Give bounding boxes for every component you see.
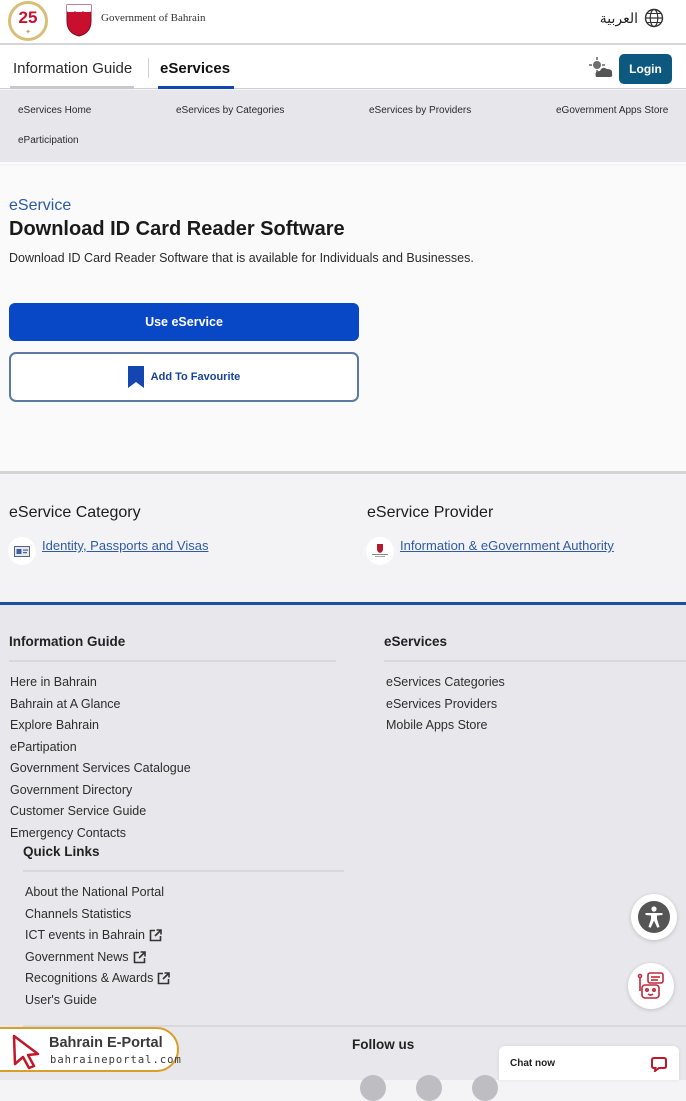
language-toggle[interactable]: العربية [600,8,664,28]
anniversary-number: 25 [18,8,38,27]
footer-link-gov-services-catalogue[interactable]: Government Services Catalogue [10,758,191,780]
eservices-submenu: eServices Home eServices by Categories e… [0,90,686,164]
footer-link-customer-service-guide[interactable]: Customer Service Guide [10,801,191,823]
link-label: ICT events in Bahrain [25,928,145,942]
accessibility-icon [638,901,670,933]
social-icon[interactable] [360,1075,386,1101]
footer: Information Guide Here in Bahrain Bahrai… [0,605,686,1080]
chat-bubble-icon [651,1057,667,1072]
submenu-egovernment-apps-store[interactable]: eGovernment Apps Store [556,105,668,116]
provider-heading: eService Provider [367,504,494,521]
watermark-title: Bahrain E-Portal [49,1035,163,1051]
government-name: Government of Bahrain [101,12,206,24]
footer-quick-links-list: About the National Portal Channels Stati… [25,882,171,1012]
id-card-icon [14,545,30,557]
link-label: About the National Portal [25,885,164,899]
footer-quick-links-heading: Quick Links [23,844,100,859]
service-description: Download ID Card Reader Software that is… [9,251,474,265]
globe-icon [644,8,664,28]
external-link-icon [133,950,146,964]
category-link[interactable]: Identity, Passports and Visas [42,538,208,553]
footer-link-gov-directory[interactable]: Government Directory [10,780,191,802]
weather-icon[interactable] [588,57,614,79]
watermark-url: bahraineportal.com [50,1054,182,1066]
watermark-badge: Bahrain E-Portal bahraineportal.com [0,1027,182,1072]
footer-link-eparticipation[interactable]: ePartipation [10,737,191,759]
footer-link-users-guide[interactable]: User's Guide [25,990,170,1012]
login-button[interactable]: Login [619,54,672,84]
footer-link-here-in-bahrain[interactable]: Here in Bahrain [10,672,191,694]
chatbot-icon [637,972,664,999]
iga-logo-icon [372,544,388,557]
language-label: العربية [599,9,638,26]
service-section: eService Download ID Card Reader Softwar… [0,166,686,474]
link-label: Recognitions & Awards [25,971,154,985]
footer-link-emergency-contacts[interactable]: Emergency Contacts [10,823,191,845]
footer-divider [384,660,686,662]
footer-divider [23,870,344,872]
use-eservice-button[interactable]: Use eService [9,303,359,341]
footer-link-mobile-apps-store[interactable]: Mobile Apps Store [386,715,505,737]
link-label: Government News [25,949,129,964]
accessibility-button[interactable] [631,894,677,940]
add-to-favourite-button[interactable]: Add To Favourite [9,352,359,402]
submenu-eservices-by-providers[interactable]: eServices by Providers [369,105,471,116]
footer-link-ict-events[interactable]: ICT events in Bahrain [25,925,170,947]
category-heading: eService Category [9,504,141,521]
category-icon-wrap [8,537,36,565]
cursor-icon [12,1034,40,1070]
page-title: Download ID Card Reader Software [9,218,345,240]
footer-link-about-portal[interactable]: About the National Portal [25,882,170,904]
footer-info-guide-list: Here in Bahrain Bahrain at A Glance Expl… [10,672,191,844]
footer-eservices-list: eServices Categories eServices Providers… [386,672,505,737]
footer-link-eservices-providers[interactable]: eServices Providers [386,694,505,716]
main-nav: Information Guide eServices Login [0,45,686,89]
tab-eservices[interactable]: eServices [157,60,235,89]
social-icon[interactable] [416,1075,442,1101]
tab-information-guide[interactable]: Information Guide [9,60,135,89]
favourite-label: Add To Favourite [150,371,241,383]
bahrain-emblem-icon [66,4,92,37]
submenu-eservices-by-categories[interactable]: eServices by Categories [176,105,284,116]
chat-now-label: Chat now [510,1058,555,1069]
top-bar: 25 ✦ Government of Bahrain العربية [0,0,686,45]
chat-now-widget[interactable]: Chat now [499,1046,679,1080]
footer-link-recognitions-awards[interactable]: Recognitions & Awards [25,968,171,990]
tab-divider [148,58,149,78]
follow-us-heading: Follow us [352,1037,415,1052]
external-link-icon [158,972,171,985]
link-label: Channels Statistics [25,906,132,921]
service-meta: eService Category Identity, Passports an… [0,477,686,602]
external-link-icon [149,929,162,942]
link-label: User's Guide [25,992,97,1007]
submenu-eparticipation[interactable]: eParticipation [18,135,79,146]
provider-logo-wrap [366,537,394,565]
provider-link[interactable]: Information & eGovernment Authority [400,538,614,553]
footer-link-government-news[interactable]: Government News [25,947,170,969]
footer-eservices-heading: eServices [384,634,448,649]
footer-link-explore-bahrain[interactable]: Explore Bahrain [10,715,191,737]
footer-info-guide-heading: Information Guide [9,634,126,649]
chatbot-button[interactable] [628,963,674,1009]
footer-link-eservices-categories[interactable]: eServices Categories [386,672,505,694]
footer-link-channels-statistics[interactable]: Channels Statistics [25,904,170,926]
footer-divider [9,660,336,662]
anniversary-logo: 25 ✦ [8,1,48,41]
service-eyebrow: eService [9,197,72,214]
bookmark-icon [127,366,144,388]
footer-link-bahrain-at-a-glance[interactable]: Bahrain at A Glance [10,694,191,716]
submenu-eservices-home[interactable]: eServices Home [18,105,91,116]
social-icon[interactable] [472,1075,498,1101]
